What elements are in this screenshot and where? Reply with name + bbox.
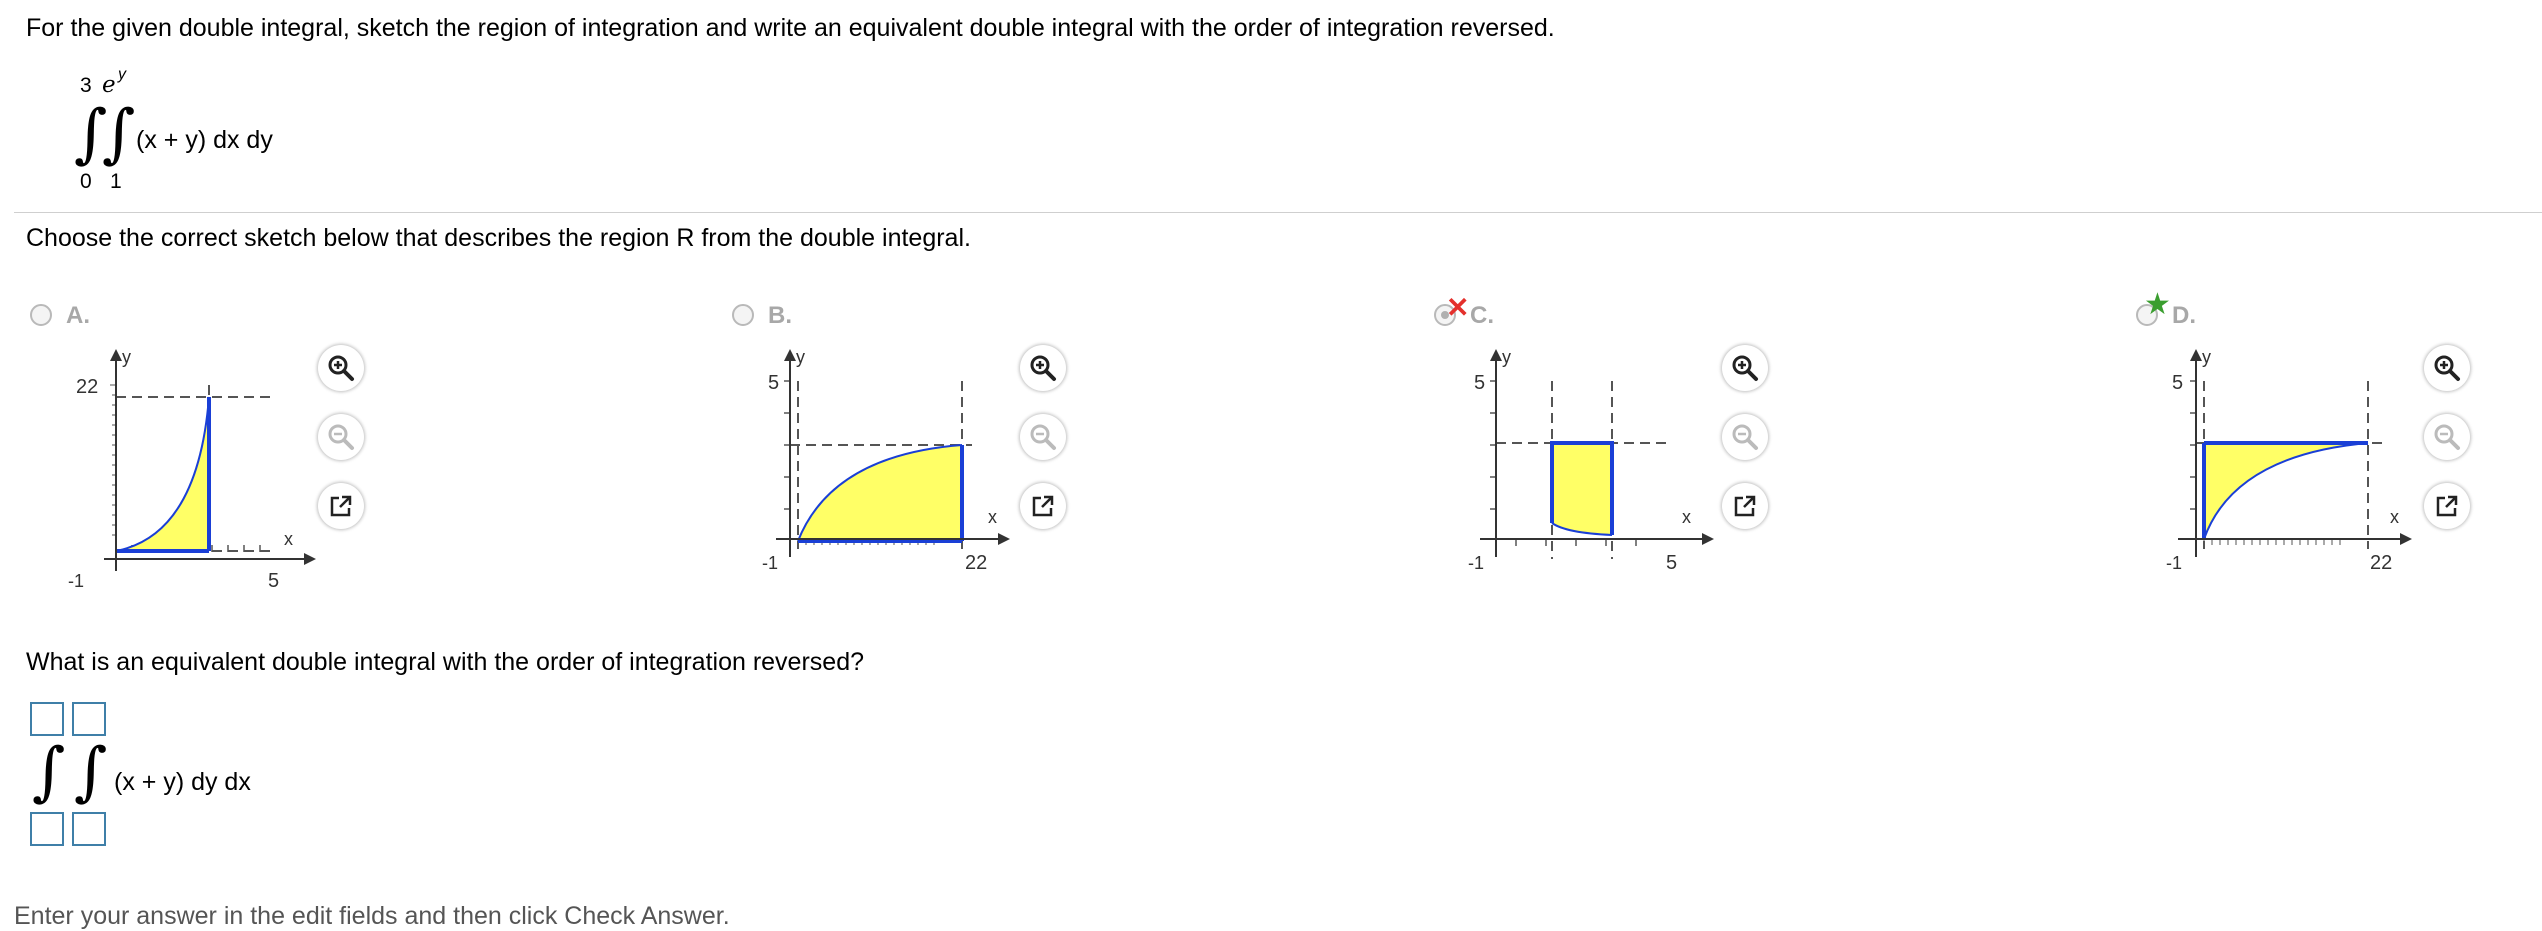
x-axis-label: x <box>284 529 293 549</box>
zoom-in-icon <box>2434 355 2460 381</box>
option-b-label: B. <box>768 302 792 329</box>
region-r <box>798 445 962 541</box>
incorrect-x-icon: ✕ <box>1446 292 1470 323</box>
option-d-popout-button[interactable] <box>2424 483 2470 529</box>
y-axis-label: y <box>796 347 805 367</box>
x-axis-arrow-icon <box>304 553 316 565</box>
option-b-radio[interactable] <box>732 304 754 326</box>
y-tick-label: 5 <box>768 372 779 394</box>
zoom-out-icon <box>328 424 354 450</box>
answer-integral: ∫ ∫ (x + y) dy dx <box>28 700 328 860</box>
option-a-zoom-in-button[interactable] <box>318 345 364 391</box>
y-axis-label: y <box>1502 347 1511 367</box>
region-r <box>1552 443 1612 535</box>
option-d-graph: y x 5 22 -1 <box>2166 347 2412 574</box>
y-axis-arrow-icon <box>784 349 796 361</box>
x-tick-label: 22 <box>2370 552 2392 574</box>
option-a-radio[interactable] <box>30 304 52 326</box>
y-axis-label: y <box>2202 347 2211 367</box>
inner-integral-sign-icon: ∫ <box>74 735 108 809</box>
outer-lower-limit: 0 <box>80 170 92 193</box>
option-d-zoom-out-button[interactable] <box>2424 414 2470 460</box>
option-b-zoom-in-button[interactable] <box>1020 345 1066 391</box>
section-divider <box>14 212 2542 213</box>
zoom-out-icon <box>2434 424 2460 450</box>
zoom-in-icon <box>328 355 354 381</box>
y-tick-label: 5 <box>1474 372 1485 394</box>
option-c-zoom-out-button[interactable] <box>1722 414 1768 460</box>
y-axis-label: y <box>122 347 131 367</box>
inner-lower-limit-field[interactable] <box>72 812 106 846</box>
neg-tick-label: -1 <box>68 571 84 591</box>
outer-upper-limit-field[interactable] <box>30 702 64 736</box>
zoom-in-icon <box>1030 355 1056 381</box>
y-axis-arrow-icon <box>110 349 122 361</box>
x-tick-label: 5 <box>1666 552 1677 574</box>
option-a-graph: y x 22 5 -1 <box>68 347 316 592</box>
instruction-text: Enter your answer in the edit fields and… <box>14 902 730 930</box>
option-b-popout-button[interactable] <box>1020 483 1066 529</box>
option-b-graph: y x 5 22 -1 <box>762 347 1010 574</box>
x-tick-label: 22 <box>965 552 987 574</box>
option-c-zoom-in-button[interactable] <box>1722 345 1768 391</box>
region-r <box>2204 443 2368 539</box>
x-axis-label: x <box>2390 507 2399 527</box>
answer-integrand: (x + y) dy dx <box>114 768 251 796</box>
zoom-in-icon <box>1732 355 1758 381</box>
inner-upper-limit-exponent: y <box>118 66 126 83</box>
neg-tick-label: -1 <box>1468 553 1484 573</box>
x-axis-arrow-icon <box>998 533 1010 545</box>
y-axis-arrow-icon <box>2190 349 2202 361</box>
outer-upper-limit: 3 <box>80 74 92 97</box>
option-c-label: C. <box>1470 302 1494 329</box>
y-axis-arrow-icon <box>1490 349 1502 361</box>
inner-upper-limit-base: e <box>102 72 116 98</box>
given-integral: 3 e y ∫ ∫ (x + y) dx dy 0 1 <box>70 66 310 200</box>
outer-integral-sign-icon: ∫ <box>32 735 66 809</box>
neg-tick-label: -1 <box>762 553 778 573</box>
inner-upper-limit-field[interactable] <box>72 702 106 736</box>
x-tick-label: 5 <box>268 570 279 592</box>
popout-icon <box>330 495 352 517</box>
correct-star-icon: ★ <box>2144 288 2171 321</box>
option-a-popout-button[interactable] <box>318 483 364 529</box>
option-c-graph: y x 5 5 -1 <box>1468 347 1714 574</box>
x-axis-label: x <box>988 507 997 527</box>
option-b-zoom-out-button[interactable] <box>1020 414 1066 460</box>
x-axis-ticks <box>1515 539 1637 546</box>
question-prompt: For the given double integral, sketch th… <box>26 14 1555 42</box>
y-tick-label: 22 <box>76 376 98 398</box>
option-d-label: D. <box>2172 302 2196 329</box>
x-axis-arrow-icon <box>1702 533 1714 545</box>
popout-icon <box>1032 495 1054 517</box>
zoom-out-icon <box>1732 424 1758 450</box>
x-axis-label: x <box>1682 507 1691 527</box>
popout-icon <box>1734 495 1756 517</box>
part2-prompt: What is an equivalent double integral wi… <box>26 648 865 676</box>
option-d-zoom-in-button[interactable] <box>2424 345 2470 391</box>
part1-prompt: Choose the correct sketch below that des… <box>26 224 971 252</box>
neg-tick-label: -1 <box>2166 553 2182 573</box>
option-a-label: A. <box>66 302 90 329</box>
outer-lower-limit-field[interactable] <box>30 812 64 846</box>
option-a-zoom-out-button[interactable] <box>318 414 364 460</box>
x-axis-arrow-icon <box>2400 533 2412 545</box>
inner-lower-limit: 1 <box>110 170 122 193</box>
integrand: (x + y) dx dy <box>136 126 273 154</box>
zoom-out-icon <box>1030 424 1056 450</box>
popout-icon <box>2436 495 2458 517</box>
option-c-popout-button[interactable] <box>1722 483 1768 529</box>
y-tick-label: 5 <box>2172 372 2183 394</box>
inner-integral-sign-icon: ∫ <box>102 97 136 171</box>
